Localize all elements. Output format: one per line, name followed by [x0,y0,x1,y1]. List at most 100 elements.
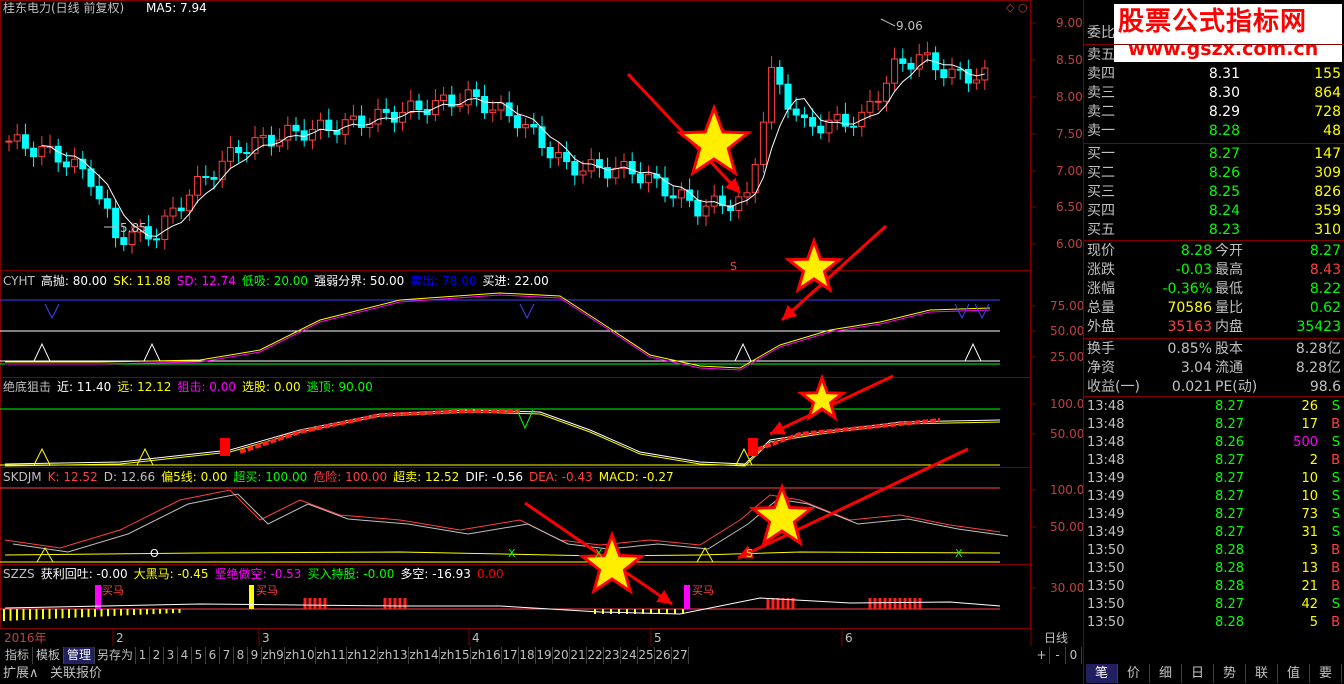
candle-body [809,117,817,127]
close-circle-icon[interactable]: ○ [1018,1,1028,15]
quote-panel-tab[interactable]: 势 [1214,664,1246,683]
indicator-tab[interactable]: zh16 [471,647,502,664]
indicator-value: 选股: 0.00 [242,380,301,394]
candle-body [694,199,702,217]
indicator-tab[interactable]: zh15 [440,647,471,664]
ask-label: 卖二 [1087,104,1115,120]
sell-triangle-icon [44,303,60,320]
bid-row[interactable]: 买五 8.23 310 [1085,221,1344,240]
indicator-tab[interactable]: zh12 [347,647,378,664]
quote-panel-tab[interactable]: 细 [1150,664,1182,683]
trade-price: 8.26 [1215,435,1244,450]
indicator-tab[interactable]: 另存为 [95,647,136,664]
bid-row[interactable]: 买二 8.26 309 [1085,164,1344,183]
quote-label: 最高 [1215,262,1243,278]
indicator-tab[interactable]: 26 [655,647,672,664]
indicator-tab[interactable]: 9 [248,647,262,664]
period-label[interactable]: 日线 [1044,631,1068,645]
indicator-tab[interactable]: 23 [604,647,621,664]
indicator-tab[interactable]: 20 [553,647,570,664]
indicator-tab[interactable]: 27 [672,647,689,664]
buy-triangle-icon [734,342,752,362]
zoom-control-button[interactable]: - [1050,647,1066,664]
indicator-tab[interactable]: 2 [150,647,164,664]
bid-volume: 310 [1314,222,1341,238]
quote-panel-tab[interactable]: 联 [1246,664,1278,683]
ask-row[interactable]: 卖四 8.31 155 [1085,65,1344,84]
candle-body [554,152,562,159]
indicator-value: DEA: -0.43 [528,470,593,484]
quote-panel-tab[interactable]: 价 [1118,664,1150,683]
indicator-tab[interactable]: 5 [192,647,206,664]
quote-panel-tab[interactable]: 日 [1182,664,1214,683]
indicator-tab[interactable]: 模板 [33,647,64,664]
ask-label: 卖一 [1087,123,1115,139]
quote-panel-tab[interactable]: 值 [1278,664,1310,683]
indicator-tab[interactable]: 管理 [64,647,95,664]
indicator-tab[interactable]: 24 [621,647,638,664]
zoom-control-button[interactable]: + [1034,647,1050,664]
bid-row[interactable]: 买四 8.24 359 [1085,202,1344,221]
indicator-tab[interactable]: zh13 [378,647,409,664]
candle-body [669,195,677,199]
bid-row[interactable]: 买三 8.25 826 [1085,183,1344,202]
candle-body [464,89,472,106]
candle-body [792,108,800,116]
trade-row: 13:50 8.28 13 B [1085,560,1344,578]
indicator-tab[interactable]: 19 [536,647,553,664]
quote-value: -0.03 [1175,262,1212,278]
jdzj-near-line [4,409,1001,465]
bid-price: 8.27 [1208,146,1240,162]
zoom-icon[interactable]: ◇ [1006,1,1014,15]
candle-body [800,114,808,119]
indicator-tab[interactable]: 18 [519,647,536,664]
trade-price: 8.27 [1215,525,1244,540]
candle-body [907,62,915,70]
quote-panel-tab[interactable]: 笔 [1086,664,1118,683]
cyht-panel-title: CYHT 高抛: 80.00 SK: 11.88 SD: 12.74 低吸: 20.00… [3,274,555,288]
indicator-tab[interactable]: 3 [164,647,178,664]
indicator-tab[interactable]: 指标 [2,647,33,664]
ask-row[interactable]: 卖二 8.29 728 [1085,103,1344,122]
kline-chart-area[interactable] [0,0,1082,646]
ask-row[interactable]: 卖一 8.28 48 [1085,122,1344,141]
quote-panel-tab[interactable]: 要 [1310,664,1342,683]
trade-row: 13:48 8.27 26 S [1085,398,1344,416]
buy-triangle-icon [33,342,51,362]
indicator-tab[interactable]: zh10 [285,647,316,664]
indicator-axis-label: 50.00 [1050,520,1085,534]
stats-value: 3.04 [1180,360,1212,376]
indicator-tab[interactable]: 17 [502,647,519,664]
bid-price: 8.23 [1208,222,1240,238]
indicator-tab[interactable]: zh14 [409,647,440,664]
bid-row[interactable]: 买一 8.27 147 [1085,145,1344,164]
indicator-tab[interactable]: 4 [178,647,192,664]
indicator-tab[interactable]: 25 [638,647,655,664]
bid-volume: 359 [1314,203,1341,219]
candle-body [243,151,251,154]
price-axis-label: 8.50 [1056,53,1083,67]
candle-body [710,195,718,207]
szzs-signal-bar [249,585,254,609]
indicator-tab[interactable]: zh9 [262,647,285,664]
quote-value: -0.36% [1162,281,1212,297]
ask-row[interactable]: 卖三 8.30 864 [1085,84,1344,103]
trade-time: 13:49 [1087,525,1125,540]
quote-row: 现价 8.28 今开 8.27 [1085,242,1344,261]
indicator-tab[interactable]: zh11 [316,647,347,664]
zoom-control-button[interactable]: 0 [1066,647,1082,664]
indicator-value: 偏5线: 0.00 [161,470,228,484]
candle-body [579,170,587,176]
indicator-tab[interactable]: 6 [206,647,220,664]
month-label: 5 [654,631,662,645]
indicator-tab[interactable]: 1 [136,647,150,664]
indicator-value: 超买: 100.00 [233,470,308,484]
trade-volume: 13 [1301,561,1318,576]
expand-button[interactable]: 扩展∧ [3,664,39,683]
indicator-tab[interactable]: 8 [234,647,248,664]
candle-body [120,237,128,245]
indicator-tab[interactable]: 22 [587,647,604,664]
related-quote-button[interactable]: 关联报价 [50,664,102,683]
indicator-tab[interactable]: 21 [570,647,587,664]
indicator-tab[interactable]: 7 [220,647,234,664]
